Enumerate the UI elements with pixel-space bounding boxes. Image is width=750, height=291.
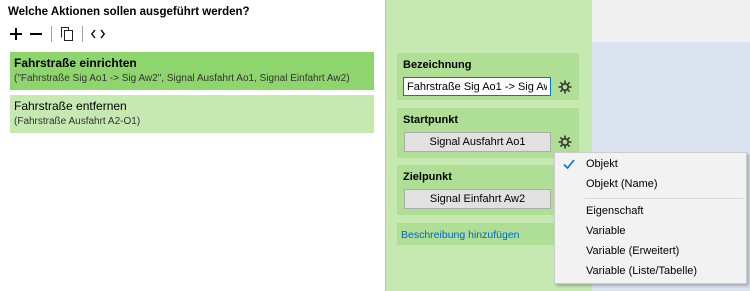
end-label: Zielpunkt — [403, 171, 452, 183]
menu-item-object-name[interactable]: Objekt (Name) — [555, 174, 746, 194]
minus-icon — [30, 33, 42, 35]
toolbar-separator — [51, 26, 52, 42]
actions-heading: Welche Aktionen sollen ausgeführt werden… — [8, 6, 250, 18]
menu-item-label: Objekt (Name) — [586, 178, 658, 190]
menu-item-label: Variable (Erweitert) — [586, 245, 680, 257]
menu-item-object[interactable]: Objekt — [555, 154, 746, 174]
action-title: Fahrstraße einrichten — [14, 56, 137, 70]
name-label: Bezeichnung — [403, 59, 472, 71]
end-section: Zielpunkt Signal Einfahrt Aw2 — [397, 165, 579, 215]
checkmark-icon — [563, 159, 575, 170]
action-title: Fahrstraße entfernen — [14, 99, 127, 113]
start-label: Startpunkt — [403, 114, 458, 126]
menu-item-variable[interactable]: Variable — [555, 221, 746, 241]
gear-icon[interactable] — [557, 134, 573, 150]
copy-button[interactable] — [59, 25, 75, 43]
menu-item-variable-extended[interactable]: Variable (Erweitert) — [555, 241, 746, 261]
code-icon — [91, 29, 105, 39]
action-item-setup-route[interactable]: Fahrstraße einrichten ("Fahrstraße Sig A… — [10, 52, 374, 90]
menu-item-label: Objekt — [586, 158, 618, 170]
menu-item-label: Variable (Liste/Tabelle) — [586, 265, 698, 277]
plus-icon — [10, 28, 22, 40]
remove-action-button[interactable] — [28, 25, 44, 43]
actions-toolbar — [8, 25, 106, 43]
value-type-context-menu: Objekt Objekt (Name) Eigenschaft Variabl… — [554, 152, 747, 284]
add-description-link[interactable]: Beschreibung hinzufügen — [401, 229, 520, 241]
start-section: Startpunkt Signal Ausfahrt Ao1 — [397, 108, 579, 158]
code-view-button[interactable] — [90, 25, 106, 43]
menu-item-label: Variable — [586, 225, 626, 237]
actions-panel: Welche Aktionen sollen ausgeführt werden… — [0, 0, 385, 291]
copy-icon — [61, 27, 73, 41]
menu-item-property[interactable]: Eigenschaft — [555, 201, 746, 221]
end-point-button[interactable]: Signal Einfahrt Aw2 — [404, 189, 551, 209]
name-section: Bezeichnung — [397, 53, 579, 100]
gear-icon[interactable] — [557, 79, 573, 95]
action-params: (Fahrstraße Ausfahrt A2-O1) — [14, 116, 141, 127]
start-point-button[interactable]: Signal Ausfahrt Ao1 — [404, 132, 551, 152]
add-action-button[interactable] — [8, 25, 24, 43]
menu-separator — [585, 198, 743, 199]
action-item-remove-route[interactable]: Fahrstraße entfernen (Fahrstraße Ausfahr… — [10, 95, 374, 133]
toolbar-separator — [82, 26, 83, 42]
name-input[interactable] — [403, 77, 551, 96]
action-params: ("Fahrstraße Sig Ao1 -> Sig Aw2", Signal… — [14, 73, 350, 84]
menu-item-label: Eigenschaft — [586, 205, 644, 217]
menu-item-variable-list[interactable]: Variable (Liste/Tabelle) — [555, 261, 746, 281]
description-row: Beschreibung hinzufügen — [397, 223, 579, 245]
